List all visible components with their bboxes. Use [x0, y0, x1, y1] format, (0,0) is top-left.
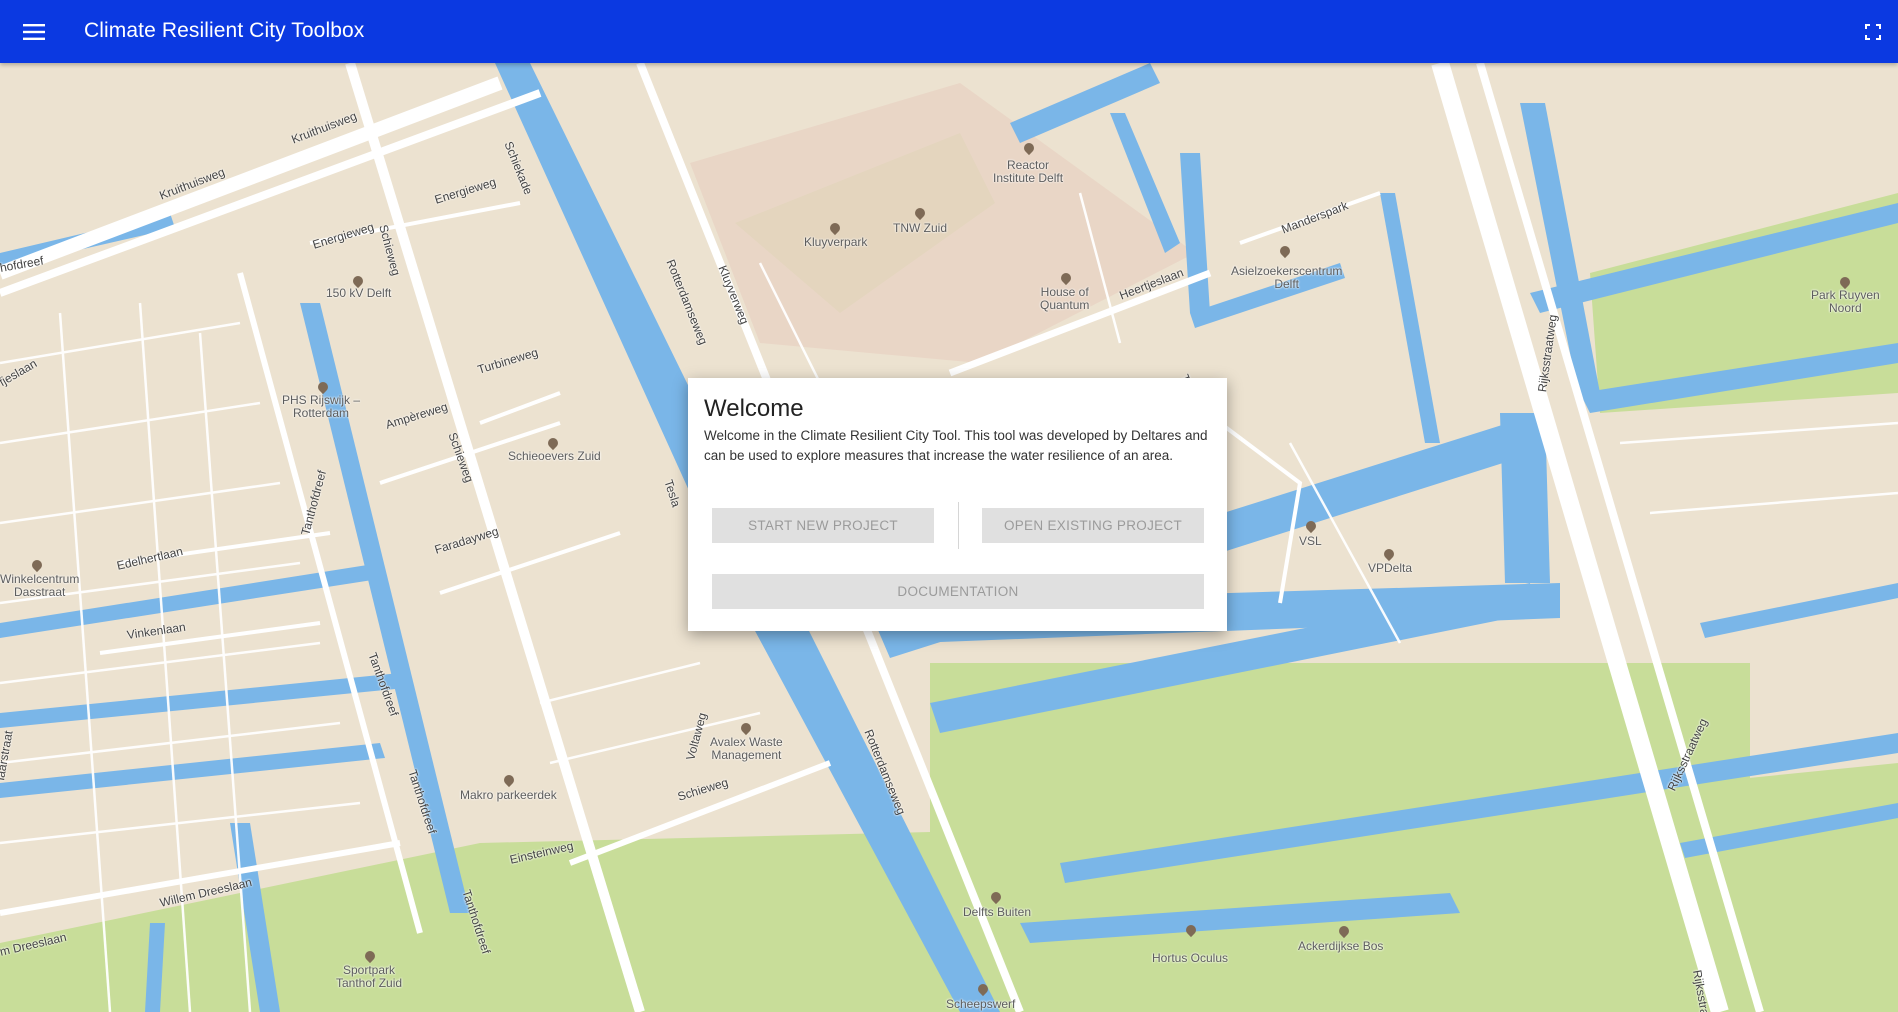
poi-label-makro: Makro parkeerdek — [460, 788, 557, 802]
menu-icon — [23, 24, 45, 40]
app-root: Climate Resilient City Toolbox Reactor I… — [0, 0, 1898, 1012]
dialog-divider — [958, 502, 959, 549]
dialog-body: Welcome in the Climate Resilient City To… — [704, 428, 1208, 463]
poi-label-hortus: Hortus Oculus — [1152, 951, 1229, 965]
poi-label-reactor: Reactor Institute Delft — [993, 158, 1064, 185]
poi-label-avalex: Avalex Waste Management — [710, 735, 783, 762]
poi-label-quantum: House of Quantum — [1040, 285, 1090, 312]
dialog-title: Welcome — [704, 395, 804, 422]
poi-label-schieoevers: Schieoevers Zuid — [508, 449, 601, 463]
poi-label-kluyverpark: Kluyverpark — [804, 235, 868, 249]
top-app-bar: Climate Resilient City Toolbox — [0, 0, 1898, 63]
poi-label-sportpark: Sportpark Tanthof Zuid — [336, 963, 403, 990]
poi-label-vsl: VSL — [1299, 534, 1322, 548]
welcome-dialog: Welcome Welcome in the Climate Resilient… — [688, 378, 1227, 631]
poi-label-winkelcentrum: Winkelcentrum Dasstraat — [0, 572, 80, 599]
poi-label-ackerdijkse: Ackerdijkse Bos — [1298, 939, 1384, 953]
poi-label-kv: 150 kV Delft — [326, 286, 392, 300]
menu-button[interactable] — [18, 17, 50, 47]
poi-label-ruyven: Park Ruyven Noord — [1811, 288, 1880, 315]
poi-label-tnw: TNW Zuid — [893, 221, 947, 235]
poi-label-asielzoekers: Asielzoekerscentrum Delft — [1231, 264, 1343, 291]
fullscreen-icon — [1865, 24, 1881, 40]
fullscreen-button[interactable] — [1860, 19, 1886, 45]
open-existing-project-button[interactable]: OPEN EXISTING PROJECT — [982, 508, 1204, 543]
poi-label-phs: PHS Rijswijk – Rotterdam — [282, 393, 361, 420]
start-new-project-button[interactable]: START NEW PROJECT — [712, 508, 934, 543]
documentation-button[interactable]: DOCUMENTATION — [712, 574, 1204, 609]
poi-label-delfts: Delfts Buiten — [963, 905, 1032, 919]
poi-label-scheepswerf: Scheepswerf — [946, 997, 1016, 1011]
poi-label-vpdelta: VPDelta — [1368, 561, 1413, 575]
app-title: Climate Resilient City Toolbox — [84, 19, 365, 42]
